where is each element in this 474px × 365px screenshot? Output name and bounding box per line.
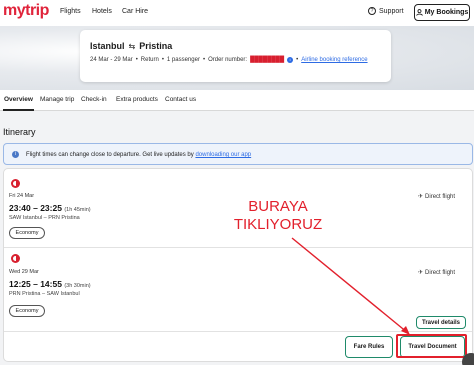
flight-date: Fri 24 Mar bbox=[9, 193, 35, 199]
direct-flight-label: ✈ Direct flight bbox=[418, 269, 456, 277]
tab-check-in[interactable]: Check-in bbox=[81, 96, 107, 103]
annotation-highlight-box bbox=[396, 334, 467, 358]
trip-route: Istanbul ⇆ Pristina bbox=[90, 41, 172, 51]
order-number-redacted: ████████ bbox=[250, 57, 285, 63]
origin-city: Istanbul bbox=[90, 41, 125, 51]
swap-arrows-icon: ⇆ bbox=[128, 41, 136, 51]
turkish-airlines-logo bbox=[11, 254, 20, 263]
trip-type: Return bbox=[140, 57, 159, 63]
order-number-label: Order number: bbox=[208, 57, 248, 63]
flight-times: 12:25 – 14:55 (3h 30min) bbox=[9, 279, 91, 289]
direct-flight-label: ✈ Direct flight bbox=[418, 193, 456, 201]
airline-booking-reference-link[interactable]: Airline booking reference bbox=[301, 57, 367, 63]
flight-times-value: 12:25 – 14:55 bbox=[9, 279, 62, 289]
cabin-class-badge: Economy bbox=[9, 305, 45, 317]
my-bookings-label: My Bookings bbox=[424, 9, 469, 16]
info-icon: i bbox=[12, 151, 19, 158]
separator-dot: • bbox=[135, 57, 138, 63]
separator-dot: • bbox=[161, 57, 164, 63]
user-icon bbox=[415, 9, 423, 16]
direct-flight-text: Direct flight bbox=[425, 269, 456, 276]
destination-city: Pristina bbox=[139, 41, 173, 51]
turkish-airlines-logo bbox=[11, 179, 20, 188]
travel-details-button[interactable]: Travel details bbox=[416, 316, 466, 329]
separator-dot: • bbox=[202, 57, 206, 63]
alert-message: Flight times can change close to departu… bbox=[26, 152, 251, 158]
passenger-count: 1 passenger bbox=[166, 57, 200, 63]
trip-dates: 24 Mar - 29 Mar bbox=[90, 57, 133, 63]
annotation-line-2: TIKLIYORUZ bbox=[233, 216, 323, 233]
flight-date: Wed 29 Mar bbox=[9, 269, 39, 275]
chat-fab-button[interactable] bbox=[462, 353, 474, 365]
airplane-icon: ✈ bbox=[418, 270, 424, 276]
fare-rules-button[interactable]: Fare Rules bbox=[345, 336, 393, 358]
itinerary-heading: Itinerary bbox=[3, 127, 36, 137]
active-tab-indicator bbox=[3, 109, 34, 111]
question-icon: ? bbox=[368, 7, 376, 15]
separator-dot: • bbox=[296, 57, 299, 63]
tab-extra-products[interactable]: Extra products bbox=[116, 96, 158, 103]
flight-duration: (1h 45min) bbox=[64, 207, 91, 213]
annotation-text: BURAYA TIKLIYORUZ bbox=[228, 198, 328, 234]
booking-tabs: Overview Manage trip Check-in Extra prod… bbox=[0, 90, 474, 111]
flight-route: SAW Istanbul – PRN Pristina bbox=[9, 215, 80, 221]
support-link[interactable]: ? Support bbox=[368, 7, 404, 15]
tab-contact-us[interactable]: Contact us bbox=[165, 96, 196, 103]
top-navigation: mytrip Flights Hotels Car Hire ? Support… bbox=[0, 0, 474, 26]
flight-duration: (3h 30min) bbox=[64, 283, 91, 289]
tab-manage-trip[interactable]: Manage trip bbox=[40, 96, 74, 103]
nav-flights[interactable]: Flights bbox=[60, 8, 81, 15]
nav-car-hire[interactable]: Car Hire bbox=[122, 8, 148, 15]
booking-summary-card: Istanbul ⇆ Pristina 24 Mar - 29 Mar • Re… bbox=[80, 30, 391, 82]
alert-text: Flight times can change close to departu… bbox=[26, 152, 194, 158]
flight-times-value: 23:40 – 23:25 bbox=[9, 203, 62, 213]
nav-hotels[interactable]: Hotels bbox=[92, 8, 112, 15]
info-icon[interactable]: i bbox=[287, 57, 294, 63]
divider bbox=[4, 247, 472, 248]
mytrip-logo[interactable]: mytrip bbox=[3, 2, 49, 20]
annotation-line-1: BURAYA bbox=[248, 198, 308, 215]
direct-flight-text: Direct flight bbox=[425, 193, 456, 200]
divider bbox=[4, 331, 472, 332]
flight-times: 23:40 – 23:25 (1h 45min) bbox=[9, 203, 91, 213]
my-bookings-button[interactable]: My Bookings bbox=[414, 4, 470, 21]
booking-meta: 24 Mar - 29 Mar • Return • 1 passenger •… bbox=[90, 57, 368, 63]
support-label: Support bbox=[379, 7, 404, 15]
cabin-class-badge: Economy bbox=[9, 227, 45, 239]
tab-overview[interactable]: Overview bbox=[4, 96, 33, 103]
airplane-icon: ✈ bbox=[418, 194, 424, 200]
download-app-link[interactable]: downloading our app bbox=[195, 152, 251, 158]
flight-times-alert: i Flight times can change close to depar… bbox=[3, 143, 473, 165]
flight-route: PRN Pristina – SAW Istanbul bbox=[9, 291, 80, 297]
